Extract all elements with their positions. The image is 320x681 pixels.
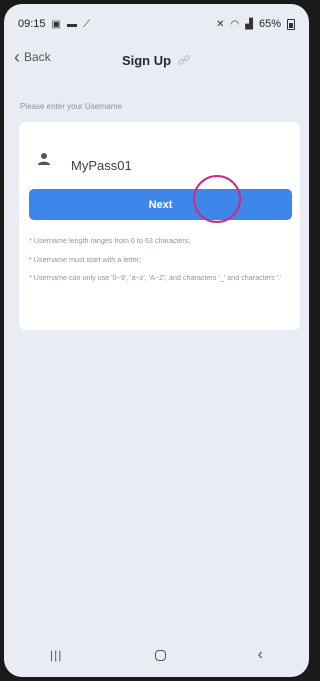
chevron-left-icon: ‹ <box>14 47 20 67</box>
battery-icon <box>287 18 295 30</box>
image-icon: ▣ <box>51 18 61 30</box>
user-icon <box>38 152 50 165</box>
signal-icon: ▟ <box>245 18 253 30</box>
link-icon <box>178 55 190 65</box>
status-right: ✕ ◠ ▟ 65% <box>216 18 295 30</box>
back-label: Back <box>24 50 51 64</box>
next-button[interactable]: Next <box>29 189 292 220</box>
title-wrap: Sign Up <box>122 53 191 68</box>
wrench-icon: ⟋ <box>82 18 90 30</box>
nav-bar: ‹ Back Sign Up <box>4 44 309 76</box>
status-time: 09:15 <box>18 18 46 30</box>
mute-icon: ✕ <box>216 18 225 30</box>
status-bar: 09:15 ▣ ▬ ⟋ ✕ ◠ ▟ 65% <box>4 4 309 44</box>
next-button-label: Next <box>148 198 173 211</box>
page-title: Sign Up <box>121 52 172 68</box>
battery-percent: 65% <box>258 18 281 30</box>
back-nav-icon[interactable]: ‹ <box>258 646 263 664</box>
system-nav-bar: ||| ‹ <box>4 633 309 677</box>
username-input-value[interactable]: MyPass01 <box>71 158 132 173</box>
username-prompt: Please enter your Username <box>20 102 122 111</box>
username-field[interactable]: MyPass01 <box>37 144 132 173</box>
username-rules: * Username length ranges from 6 to 63 ch… <box>29 236 291 292</box>
wifi-icon: ◠ <box>230 18 240 30</box>
rule-allowed-characters: * Username can only use '0~9', 'a~z', 'A… <box>29 273 282 283</box>
home-icon[interactable] <box>154 649 166 661</box>
recent-apps-icon[interactable]: ||| <box>50 648 62 662</box>
username-card: MyPass01 Next * Username length ranges f… <box>19 122 300 330</box>
back-button[interactable]: ‹ Back <box>14 48 51 66</box>
phone-screen: 09:15 ▣ ▬ ⟋ ✕ ◠ ▟ 65% ‹ Back Sign Up Ple… <box>4 4 309 677</box>
folder-icon: ▬ <box>66 18 77 30</box>
rule-length: * Username length ranges from 6 to 63 ch… <box>29 236 191 245</box>
rule-start-letter: * Username must start with a letter; <box>29 254 142 264</box>
status-left: 09:15 ▣ ▬ ⟋ <box>18 18 90 30</box>
